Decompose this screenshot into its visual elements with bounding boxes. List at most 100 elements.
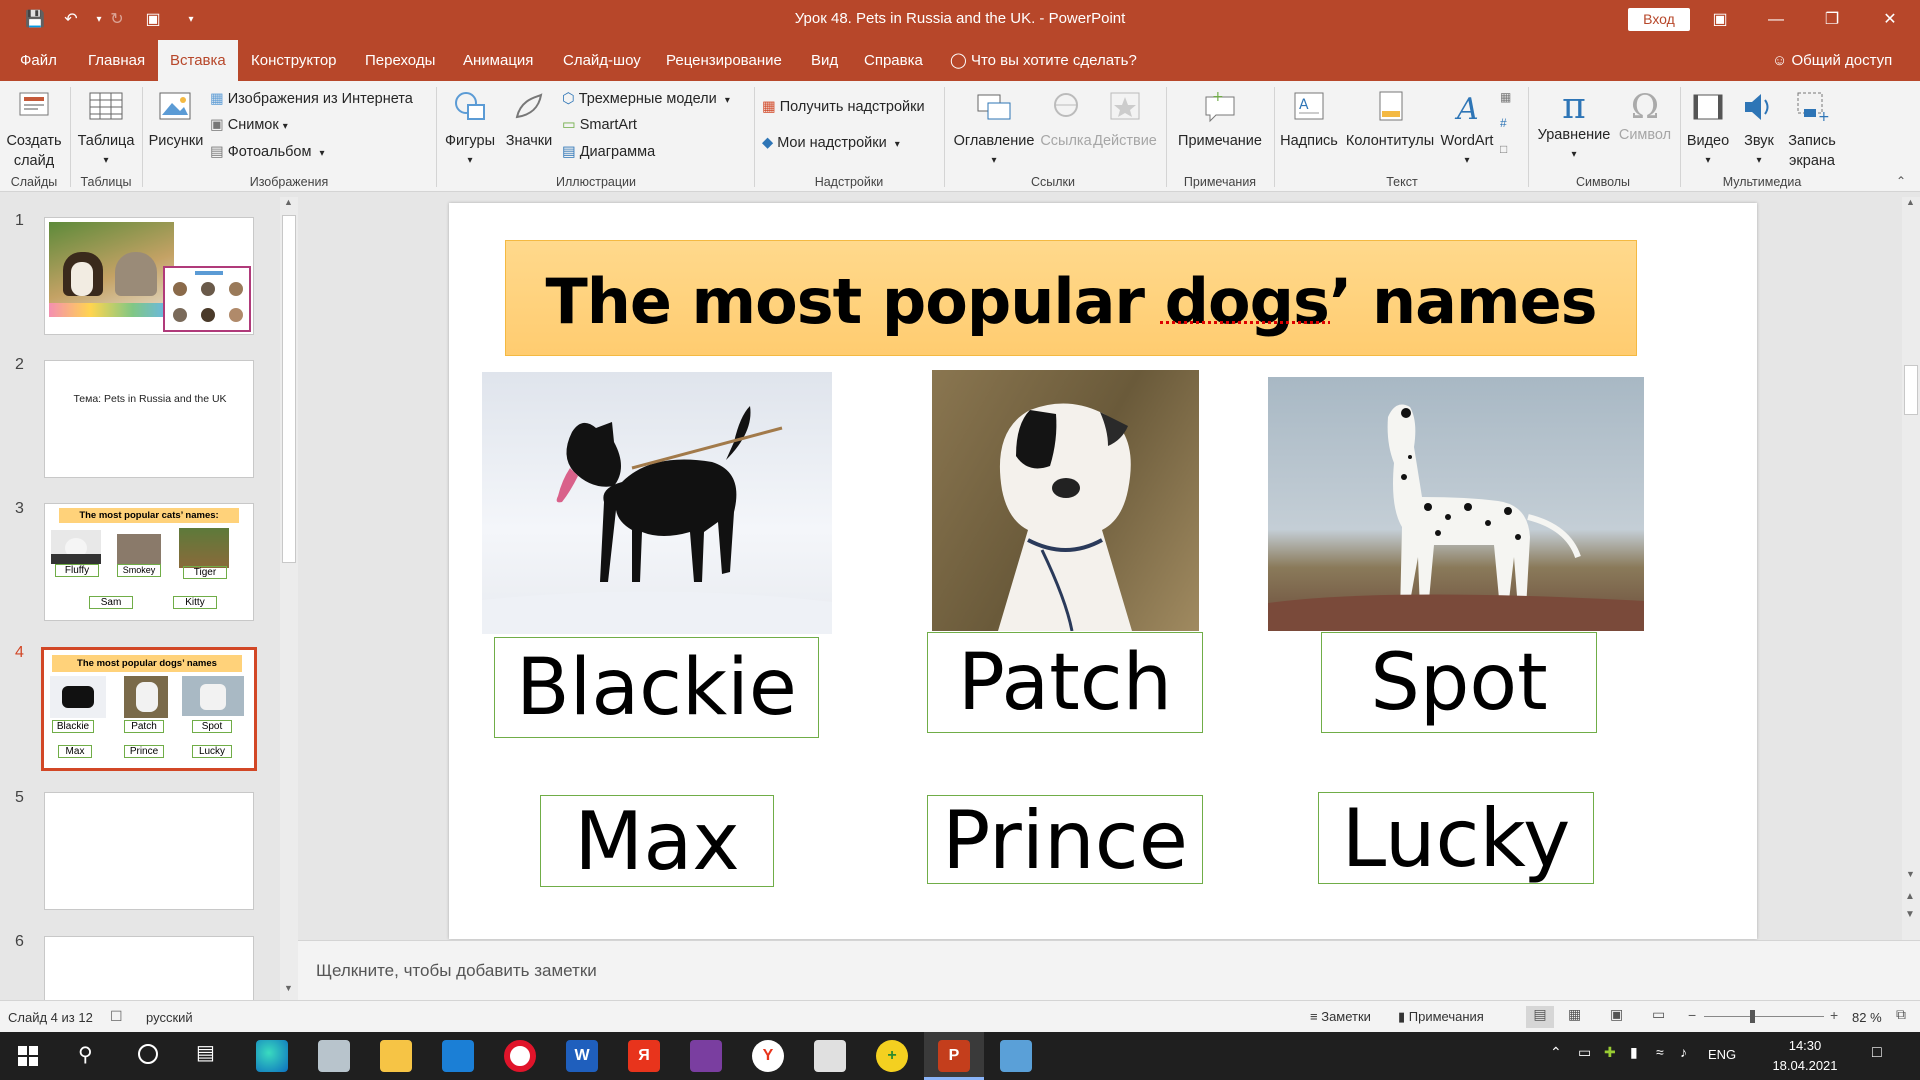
tab-review[interactable]: Рецензирование (664, 40, 784, 81)
3d-models-button[interactable]: ⬡ Трехмерные модели ▾ (562, 89, 730, 111)
my-addins-button[interactable]: ◆ Мои надстройки ▾ (762, 133, 900, 155)
tab-transitions[interactable]: Переходы (363, 40, 437, 81)
edge-icon[interactable] (256, 1040, 288, 1072)
tab-insert[interactable]: Вставка (158, 40, 238, 81)
clock-time[interactable]: 14:30 (1770, 1038, 1840, 1053)
task-view-icon[interactable]: ▤ (196, 1040, 215, 1065)
video-button[interactable]: Видео ▾ (1682, 89, 1734, 171)
comments-toggle-button[interactable]: ▮ Примечания (1398, 1009, 1484, 1025)
scroll-up-icon[interactable]: ▲ (284, 197, 293, 207)
patch-dog-photo[interactable] (932, 370, 1199, 631)
name-box-max[interactable]: Max (540, 795, 774, 888)
slide-thumbnail-4[interactable]: The most popular dogs’ names Blackie Pat… (41, 647, 257, 771)
yandex-icon[interactable]: Я (628, 1040, 660, 1072)
date-time-icon[interactable]: ▦ (1500, 87, 1511, 107)
symbol-button[interactable]: Ω Символ (1616, 89, 1674, 145)
collapse-ribbon-icon[interactable]: ⌃ (1896, 171, 1906, 191)
textbox-button[interactable]: A Надпись (1276, 89, 1342, 151)
previous-slide-icon[interactable]: ▲ (1905, 891, 1915, 902)
slide-thumbnail-5[interactable] (44, 792, 254, 910)
language-indicator[interactable]: русский (146, 1010, 193, 1025)
zoom-out-icon[interactable]: − (1688, 1007, 1696, 1023)
normal-view-icon[interactable]: ▤ (1526, 1006, 1554, 1028)
slide-number-icon[interactable]: # (1500, 113, 1507, 133)
scroll-thumb[interactable] (1904, 365, 1918, 415)
online-pictures-button[interactable]: ▦ Изображения из Интернета (210, 89, 413, 109)
fit-to-window-icon[interactable]: ⧉ (1896, 1006, 1906, 1023)
name-box-patch[interactable]: Patch (927, 632, 1203, 733)
zoom-level[interactable]: 82 % (1852, 1010, 1882, 1025)
next-slide-icon[interactable]: ▼ (1905, 909, 1915, 920)
package-app-icon[interactable] (814, 1040, 846, 1072)
wordart-button[interactable]: A WordArt ▾ (1436, 89, 1498, 171)
slide-sorter-icon[interactable]: ▦ (1568, 1006, 1581, 1023)
restore-icon[interactable]: ❐ (1812, 6, 1852, 34)
name-box-lucky[interactable]: Lucky (1318, 792, 1594, 885)
opera-icon[interactable] (504, 1040, 536, 1072)
share-button[interactable]: ☺ Общий доступ (1772, 40, 1892, 81)
name-box-blackie[interactable]: Blackie (494, 637, 819, 738)
thumbnails-scrollbar[interactable]: ▲ ▼ (280, 197, 298, 1000)
chart-button[interactable]: ▤ Диаграмма (562, 142, 655, 162)
slide-title-box[interactable]: The most popular dogs’ names (505, 240, 1637, 356)
sign-in-button[interactable]: Вход (1628, 8, 1690, 31)
icons-button[interactable]: Значки (500, 89, 558, 151)
tab-view[interactable]: Вид (809, 40, 840, 81)
audio-button[interactable]: Звук ▾ (1734, 89, 1784, 171)
blackie-dog-photo[interactable] (482, 372, 832, 634)
clock-date[interactable]: 18.04.2021 (1770, 1058, 1840, 1073)
smartart-button[interactable]: ▭ SmartArt (562, 115, 637, 135)
get-addins-button[interactable]: ▦ Получить надстройки (762, 97, 925, 117)
pictures-button[interactable]: Рисунки (144, 89, 208, 151)
screenshot-button[interactable]: ▣ Снимок ▾ (210, 115, 288, 137)
tell-me-search[interactable]: ◯ Что вы хотите сделать? (950, 40, 1137, 81)
wifi-icon[interactable]: ≈ (1656, 1044, 1664, 1060)
slide-thumbnail-6[interactable] (44, 936, 254, 1000)
volume-icon[interactable]: ♪ (1680, 1044, 1687, 1060)
spellcheck-icon[interactable]: ☐ (110, 1008, 123, 1025)
new-slide-button[interactable]: Создать слайд (2, 89, 66, 171)
link-button[interactable]: Ссылка (1040, 89, 1092, 151)
yandex-browser-icon[interactable]: Y (752, 1040, 784, 1072)
tab-file[interactable]: Файл (18, 40, 59, 81)
name-box-spot[interactable]: Spot (1321, 632, 1597, 733)
powerpoint-taskbar-button[interactable]: P (924, 1032, 984, 1080)
scroll-thumb[interactable] (282, 215, 296, 563)
printer-app-icon[interactable] (318, 1040, 350, 1072)
reading-view-icon[interactable]: ▣ (1610, 1006, 1623, 1023)
mail-icon[interactable] (442, 1040, 474, 1072)
plus-app-icon[interactable]: + (876, 1040, 908, 1072)
comment-button[interactable]: + Примечание (1170, 89, 1270, 151)
tray-plus-icon[interactable]: ✚ (1604, 1044, 1616, 1061)
name-box-prince[interactable]: Prince (927, 795, 1203, 885)
close-icon[interactable]: ✕ (1870, 6, 1910, 34)
word-icon[interactable]: W (566, 1040, 598, 1072)
scroll-up-icon[interactable]: ▲ (1906, 197, 1915, 207)
tab-home[interactable]: Главная (86, 40, 147, 81)
media-app-icon[interactable] (690, 1040, 722, 1072)
header-footer-button[interactable]: Колонтитулы (1342, 89, 1438, 151)
photo-album-button[interactable]: ▤ Фотоальбом ▾ (210, 142, 325, 164)
object-icon[interactable]: □ (1500, 139, 1507, 159)
spot-dog-photo[interactable] (1268, 377, 1644, 631)
shapes-button[interactable]: Фигуры ▾ (440, 89, 500, 171)
search-icon[interactable]: ⚲ (78, 1042, 93, 1067)
equation-button[interactable]: π Уравнение ▾ (1530, 89, 1618, 165)
zoom-in-icon[interactable]: + (1830, 1007, 1838, 1023)
table-button[interactable]: Таблица ▾ (72, 89, 140, 171)
file-explorer-icon[interactable] (380, 1040, 412, 1072)
input-language[interactable]: ENG (1708, 1047, 1736, 1062)
tab-slideshow[interactable]: Слайд-шоу (561, 40, 643, 81)
slideshow-view-icon[interactable]: ▭ (1652, 1006, 1665, 1023)
ribbon-display-options-icon[interactable]: ▣ (1700, 6, 1740, 34)
slide-thumbnail-1[interactable] (44, 217, 254, 335)
slide-thumbnail-3[interactable]: The most popular cats’ names: Fluffy Smo… (44, 503, 254, 621)
notifications-icon[interactable]: □ (1872, 1044, 1882, 1062)
slide-thumbnail-2[interactable]: Тема: Pets in Russia and the UK (44, 360, 254, 478)
scroll-down-icon[interactable]: ▼ (284, 983, 293, 993)
tab-help[interactable]: Справка (862, 40, 925, 81)
zoom-button[interactable]: Оглавление ▾ (948, 89, 1040, 171)
battery-icon[interactable]: ▮ (1630, 1044, 1638, 1061)
snipping-tool-icon[interactable] (1000, 1040, 1032, 1072)
action-button[interactable]: Действие (1092, 89, 1158, 151)
